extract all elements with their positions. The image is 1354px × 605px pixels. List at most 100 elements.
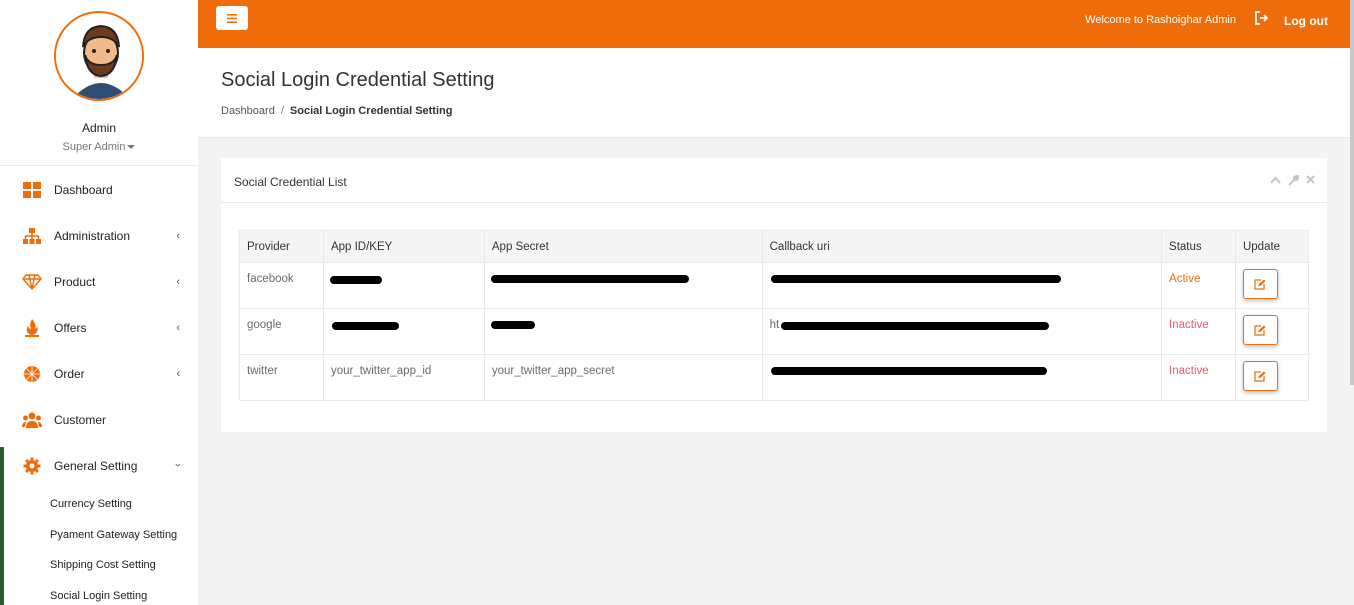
dashboard-icon: [22, 180, 42, 200]
app-id-cell: [322, 308, 485, 355]
status-badge: Active: [1161, 262, 1236, 309]
app-id-cell: your_twitter_app_id: [322, 354, 485, 401]
callback-cell: [761, 262, 1163, 309]
card-title: Social Credential List: [234, 175, 347, 189]
sidebar-item-label: Dashboard: [54, 183, 113, 197]
table-row: twitter your_twitter_app_id your_twitter…: [239, 354, 1310, 401]
sidebar-item-customer[interactable]: Customer: [0, 397, 198, 443]
breadcrumb: Dashboard / Social Login Credential Settin…: [221, 105, 452, 117]
update-cell: [1234, 354, 1310, 401]
breadcrumb-current: Social Login Credential Setting: [289, 105, 453, 117]
top-navbar: Welcome to Rashoighar Admin Log out: [198, 0, 1350, 48]
chevron-left-icon: ‹: [176, 276, 180, 288]
chevron-up-icon[interactable]: [1270, 175, 1281, 189]
breadcrumb-home-link[interactable]: Dashboard: [221, 105, 275, 117]
sidebar-item-label: General Setting: [54, 459, 138, 473]
fire-icon: [22, 318, 42, 338]
page-scrollbar[interactable]: [1350, 0, 1354, 385]
status-badge: Inactive: [1161, 308, 1236, 355]
chevron-left-icon: ‹: [176, 322, 180, 334]
sidebar-item-general-setting[interactable]: General Setting ‹: [0, 443, 198, 489]
app-secret-cell: [483, 262, 763, 309]
edit-icon: [1254, 370, 1266, 382]
breadcrumb-separator: /: [280, 105, 284, 117]
column-header: App ID/KEY: [322, 230, 485, 263]
app-secret-cell: [483, 308, 763, 355]
table-row: facebook Active: [239, 262, 1310, 309]
profile-block: Admin Super Admin: [0, 0, 198, 166]
callback-cell: ht: [761, 308, 1163, 355]
edit-button[interactable]: [1242, 315, 1278, 345]
sidebar-item-label: Offers: [54, 321, 87, 335]
app-id-cell: [322, 262, 485, 309]
chevron-left-icon: ‹: [176, 230, 180, 242]
redaction-mark: [329, 276, 382, 284]
redaction-mark: [331, 322, 399, 330]
welcome-message: Welcome to Rashoighar Admin: [1085, 14, 1236, 26]
table-header-row: Provider App ID/KEY App Secret Callback …: [239, 230, 1310, 263]
sidebar-item-label: Product: [54, 275, 96, 289]
admin-avatar[interactable]: [54, 11, 144, 101]
column-header: Callback uri: [761, 230, 1163, 263]
sidebar-nav: Dashboard Administration ‹ Product ‹ Off…: [0, 167, 198, 605]
edit-button[interactable]: [1242, 269, 1278, 299]
provider-cell: facebook: [239, 262, 324, 309]
sidebar-item-label: Administration: [54, 229, 131, 243]
caret-down-icon: [127, 145, 136, 150]
redaction-mark: [490, 275, 689, 283]
sidebar-item-product[interactable]: Product ‹: [0, 259, 198, 305]
column-header: Status: [1161, 230, 1236, 263]
column-header: Update: [1234, 230, 1310, 263]
page-heading: Social Login Credential Setting Dashboar…: [198, 48, 1350, 138]
sidebar-item-label: Customer: [54, 413, 107, 427]
sidebar-item-dashboard[interactable]: Dashboard: [0, 167, 198, 213]
chevron-down-icon: ‹: [172, 463, 185, 467]
hamburger-icon: [227, 13, 237, 23]
users-icon: [22, 410, 42, 430]
close-icon[interactable]: [1306, 175, 1315, 189]
callback-cell: [761, 354, 1163, 401]
sitemap-icon: [22, 226, 42, 246]
profile-name: Admin: [81, 121, 116, 135]
page-title: Social Login Credential Setting: [221, 69, 495, 91]
diamond-icon: [22, 272, 42, 292]
status-badge: Inactive: [1161, 354, 1236, 401]
credential-table: Provider App ID/KEY App Secret Callback …: [239, 230, 1310, 401]
sidebar-subitem-shipping-cost-setting[interactable]: Shipping Cost Setting: [0, 550, 198, 581]
chevron-left-icon: ‹: [176, 368, 180, 380]
gear-icon: [22, 456, 42, 476]
social-credential-card: Social Credential List Provider App ID/K…: [221, 158, 1327, 432]
sidebar-subitem-currency-setting[interactable]: Currency Setting: [0, 489, 198, 520]
edit-button[interactable]: [1242, 361, 1278, 391]
logout-link[interactable]: Log out: [1284, 14, 1328, 28]
redaction-mark: [780, 322, 1049, 330]
wrench-icon[interactable]: [1288, 174, 1299, 189]
sidebar-item-administration[interactable]: Administration ‹: [0, 213, 198, 259]
sidebar-subitem-social-login-setting[interactable]: Social Login Setting: [0, 581, 198, 605]
column-header: App Secret: [483, 230, 763, 263]
sign-out-icon[interactable]: [1254, 11, 1270, 30]
app-secret-cell: your_twitter_app_secret: [483, 354, 763, 401]
sidebar: Admin Super Admin Dashboard Administrati…: [0, 0, 198, 605]
table-row: google ht Inactive: [239, 308, 1310, 355]
column-header: Provider: [239, 230, 324, 263]
sidebar-item-label: Order: [54, 367, 85, 381]
active-group-indicator: [0, 447, 4, 605]
redaction-mark: [490, 321, 535, 329]
cube-icon: [22, 364, 42, 384]
menu-toggle-button[interactable]: [216, 6, 248, 30]
provider-cell: twitter: [239, 354, 324, 401]
card-tools: [1270, 174, 1315, 189]
update-cell: [1234, 308, 1310, 355]
edit-icon: [1254, 278, 1266, 290]
profile-role-dropdown[interactable]: Super Admin: [0, 141, 198, 153]
redaction-mark: [770, 367, 1047, 375]
redaction-mark: [770, 275, 1061, 283]
sidebar-subitem-payment-gateway-setting[interactable]: Pyament Gateway Setting: [0, 520, 198, 551]
card-header: Social Credential List: [221, 158, 1327, 203]
sidebar-item-offers[interactable]: Offers ‹: [0, 305, 198, 351]
update-cell: [1234, 262, 1310, 309]
profile-role-label: Super Admin: [62, 141, 126, 153]
provider-cell: google: [239, 308, 324, 355]
sidebar-item-order[interactable]: Order ‹: [0, 351, 198, 397]
